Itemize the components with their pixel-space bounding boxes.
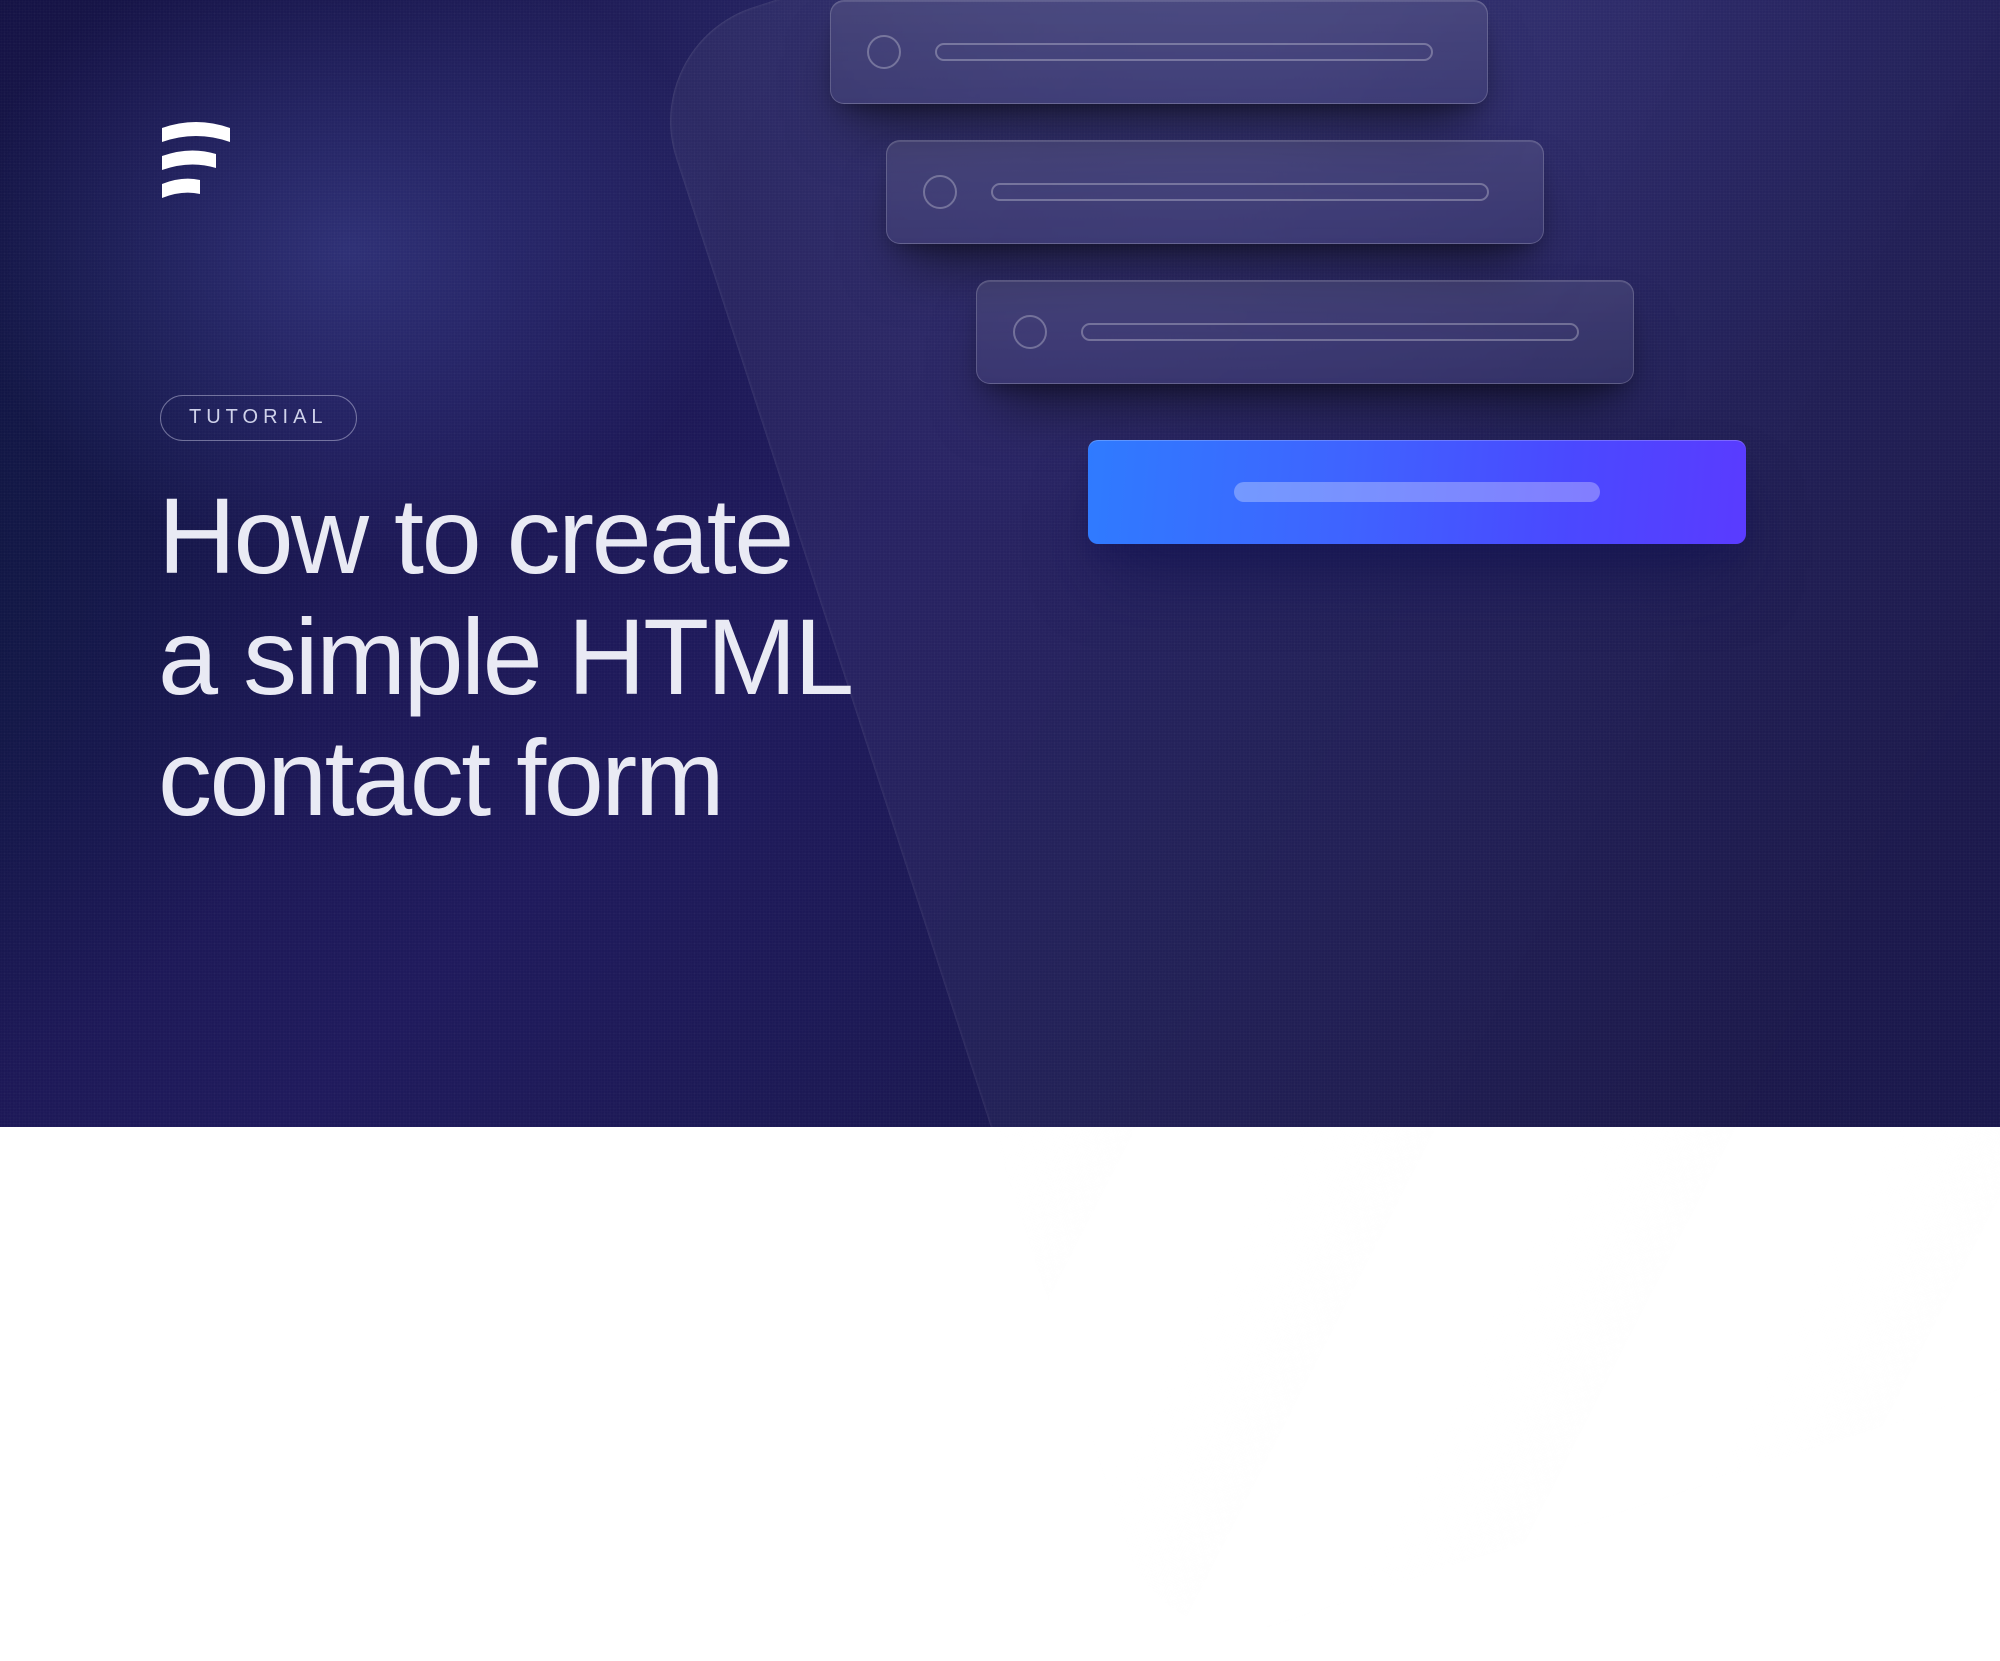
page-title: How to create a simple HTML contact form <box>158 476 852 839</box>
field-line-icon <box>991 183 1489 201</box>
category-badge-label: TUTORIAL <box>189 406 328 429</box>
field-avatar-icon <box>867 35 901 69</box>
category-badge: TUTORIAL <box>160 395 357 441</box>
brand-logo-icon <box>160 120 232 206</box>
field-line-icon <box>1081 323 1579 341</box>
form-field-illustration <box>976 280 1634 384</box>
field-avatar-icon <box>923 175 957 209</box>
field-avatar-icon <box>1013 315 1047 349</box>
field-line-icon <box>935 43 1433 61</box>
submit-button-illustration <box>1088 440 1746 544</box>
form-field-illustration <box>830 0 1488 104</box>
submit-line-icon <box>1234 482 1600 502</box>
form-field-illustration <box>886 140 1544 244</box>
hero-canvas: TUTORIAL How to create a simple HTML con… <box>0 0 2000 1127</box>
